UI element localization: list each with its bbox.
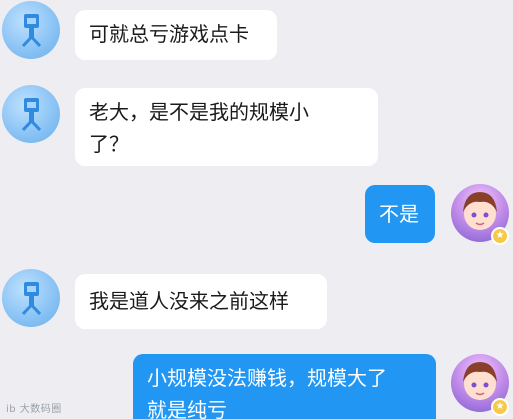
message-bubble-outgoing: 小规模没法赚钱，规模大了 就是纯亏	[133, 354, 436, 419]
message-bubble-outgoing: 不是	[365, 185, 435, 243]
crown-badge-icon: ★	[491, 398, 509, 416]
message-row: 我是道人没来之前这样	[0, 265, 513, 335]
message-row: 老大，是不是我的规模小 了？	[0, 85, 513, 170]
message-row: 可就总亏游戏点卡	[0, 0, 513, 70]
robot-avatar-icon[interactable]	[2, 85, 60, 143]
message-row: 小规模没法赚钱，规模大了 就是纯亏 ★	[0, 352, 513, 419]
chat-conversation: 可就总亏游戏点卡 老大，是不是我的规模小 了？ 不是 ★ 我是道人没来之前这样 …	[0, 0, 513, 419]
robot-avatar-icon[interactable]	[2, 1, 60, 59]
message-bubble-incoming: 可就总亏游戏点卡	[75, 10, 277, 60]
message-row: 不是 ★	[0, 182, 513, 247]
message-bubble-incoming: 我是道人没来之前这样	[75, 274, 327, 329]
message-bubble-incoming: 老大，是不是我的规模小 了？	[75, 88, 378, 166]
robot-avatar-icon[interactable]	[2, 269, 60, 327]
watermark: ib 大数码圈	[6, 404, 62, 415]
crown-badge-icon: ★	[491, 227, 509, 245]
